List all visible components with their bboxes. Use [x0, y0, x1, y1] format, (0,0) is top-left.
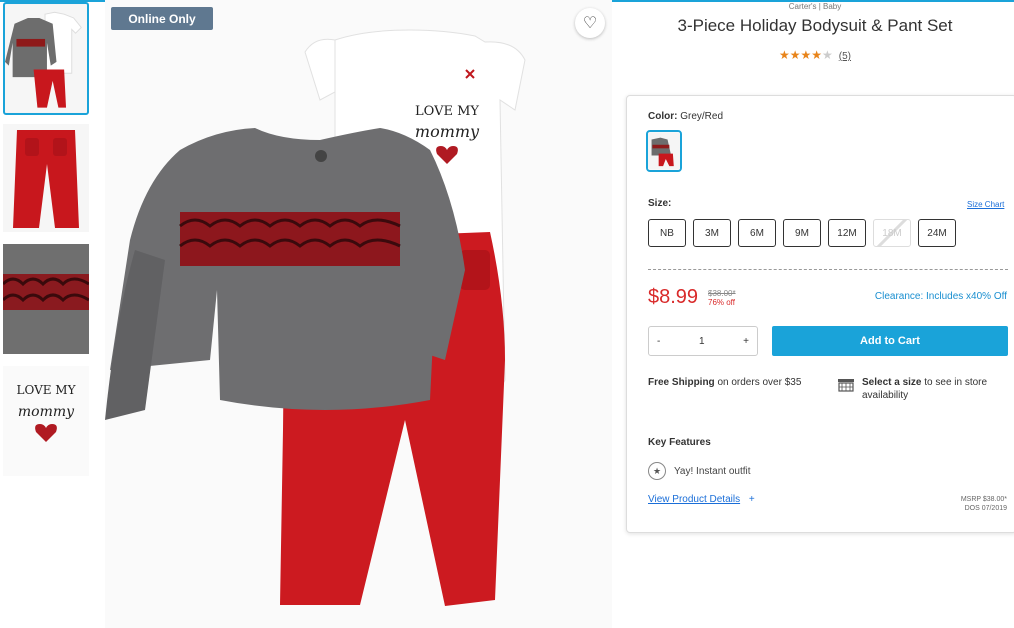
purchase-card: Color: Grey/Red Size: Size Chart NB 3M 6…: [626, 95, 1014, 533]
size-option-24m[interactable]: 24M: [918, 219, 956, 247]
thumbnail-pants[interactable]: [3, 124, 89, 232]
key-features-heading: Key Features: [648, 437, 711, 448]
add-to-cart-button[interactable]: Add to Cart: [772, 326, 1008, 356]
free-shipping-rest: on orders over $35: [714, 377, 802, 388]
size-option-6m[interactable]: 6M: [738, 219, 776, 247]
ruffle-thumbnail-image: [3, 244, 89, 354]
original-price: $38.00*: [708, 289, 736, 298]
color-swatch-grey-red[interactable]: [646, 130, 682, 172]
color-row: Color: Grey/Red: [648, 111, 723, 122]
msrp-line: MSRP $38.00*: [960, 496, 1007, 503]
key-feature-item: Yay! Instant outfit: [674, 466, 751, 477]
free-shipping-info: Free Shipping on orders over $35: [648, 376, 818, 389]
graphic-thumbnail-image: LOVE MY mommy: [3, 366, 89, 476]
current-price: $8.99: [648, 286, 699, 308]
favorite-heart-icon[interactable]: ♡: [575, 8, 605, 38]
store-availability-bold: Select a size: [862, 377, 922, 388]
hero-graphic-line1: LOVE MY: [415, 104, 479, 119]
outfit-illustration: LOVE MY mommy: [105, 0, 612, 628]
dos-line: DOS 07/2019: [964, 505, 1007, 512]
outfit-thumbnail-image: [5, 4, 87, 113]
quantity-increase-button[interactable]: +: [743, 336, 749, 347]
size-options: NB 3M 6M 9M 12M 18M 24M: [648, 219, 956, 247]
view-product-details-link[interactable]: View Product Details +: [648, 494, 755, 505]
color-value: Grey/Red: [680, 111, 724, 122]
swatch-image: [648, 132, 680, 170]
star-badge-icon: ★: [648, 462, 666, 480]
size-option-9m[interactable]: 9M: [783, 219, 821, 247]
thumbnail-graphic[interactable]: LOVE MY mommy: [3, 366, 89, 476]
store-availability-info: Select a size to see in store availabili…: [862, 376, 1012, 402]
thumbnail-outfit[interactable]: [3, 2, 89, 115]
pants-thumbnail-image: [3, 124, 89, 232]
size-option-12m[interactable]: 12M: [828, 219, 866, 247]
plus-icon: +: [748, 494, 755, 505]
thumb-graphic-line1: LOVE MY: [16, 383, 76, 397]
store-icon: [838, 379, 854, 392]
brand-breadcrumb[interactable]: Carter's | Baby: [625, 2, 1005, 11]
msrp-info: MSRP $38.00* DOS 07/2019: [961, 495, 1007, 513]
divider: [648, 269, 1008, 270]
size-option-18m-unavailable: 18M: [873, 219, 911, 247]
size-option-3m[interactable]: 3M: [693, 219, 731, 247]
hero-graphic-line2: mommy: [415, 122, 480, 141]
size-chart-link[interactable]: Size Chart: [967, 200, 1004, 209]
free-shipping-bold: Free Shipping: [648, 377, 715, 388]
quantity-stepper: - 1 +: [648, 326, 758, 356]
online-only-badge: Online Only: [111, 7, 213, 30]
quantity-value[interactable]: 1: [699, 336, 705, 347]
clearance-note: Clearance: Includes x40% Off: [874, 291, 1007, 302]
product-title: 3-Piece Holiday Bodysuit & Pant Set: [677, 16, 953, 35]
percent-off: 76% off: [708, 298, 735, 307]
product-main-image[interactable]: LOVE MY mommy: [105, 0, 612, 628]
quantity-decrease-button[interactable]: -: [657, 336, 660, 347]
color-label: Color:: [648, 111, 678, 122]
view-product-details-label: View Product Details: [648, 494, 741, 505]
review-count-link[interactable]: (5): [839, 51, 851, 62]
star-rating-icons: ★★★★★: [778, 48, 833, 62]
rating-row: ★★★★★ (5): [625, 48, 1005, 62]
size-label: Size:: [648, 198, 672, 209]
thumbnail-ruffle-detail[interactable]: [3, 244, 89, 354]
size-option-nb[interactable]: NB: [648, 219, 686, 247]
thumbnail-list: LOVE MY mommy: [0, 0, 92, 628]
thumb-graphic-line2: mommy: [18, 404, 75, 420]
